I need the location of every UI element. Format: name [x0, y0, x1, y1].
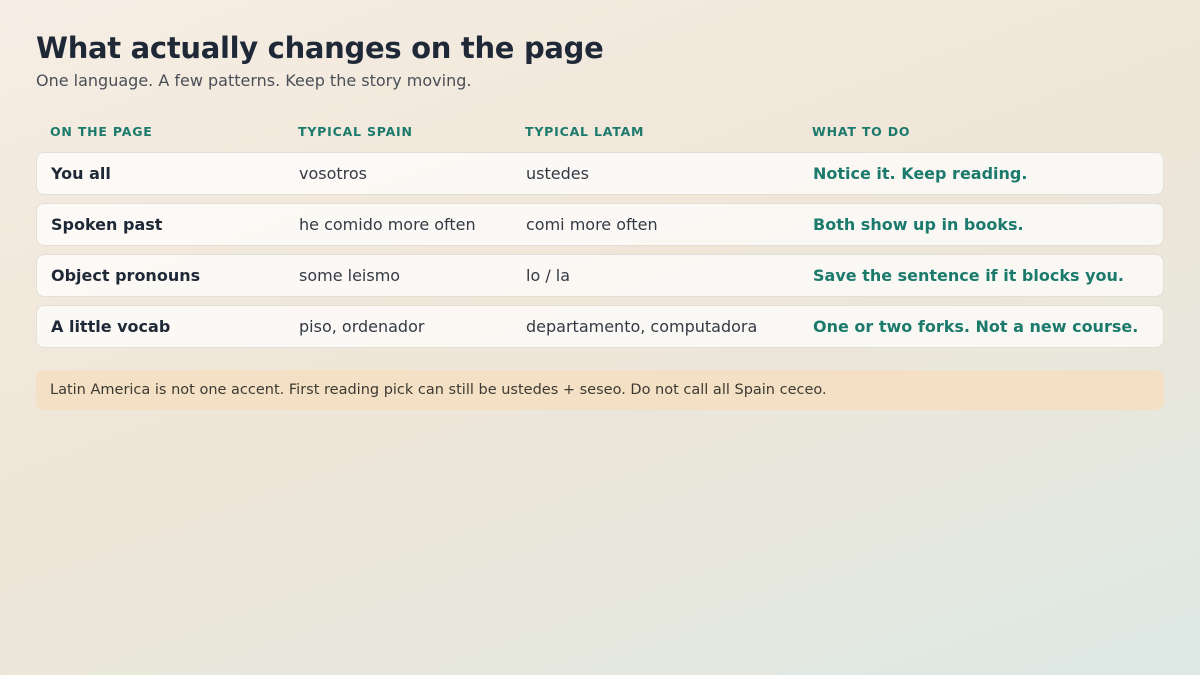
- spain-cell: he comido more often: [299, 215, 476, 234]
- table-row: Object pronouns some leismo lo / la Save…: [36, 254, 1164, 297]
- action-cell: Save the sentence if it blocks you.: [813, 266, 1124, 285]
- table-row: Spoken past he comido more often comi mo…: [36, 203, 1164, 246]
- column-header-on-the-page: ON THE PAGE: [50, 123, 153, 139]
- spain-cell: vosotros: [299, 164, 368, 183]
- spain-cell: some leismo: [299, 266, 401, 285]
- column-header-what-to-do: WHAT TO DO: [812, 123, 911, 139]
- page-title: What actually changes on the page: [36, 31, 604, 65]
- latam-cell: lo / la: [526, 266, 571, 285]
- row-label: You all: [51, 164, 111, 183]
- table-row: You all vosotros ustedes Notice it. Keep…: [36, 152, 1164, 195]
- comparison-table: ON THE PAGE TYPICAL SPAIN TYPICAL LATAM …: [36, 116, 1164, 348]
- note-text: Latin America is not one accent. First r…: [50, 382, 827, 398]
- latam-cell: ustedes: [526, 164, 589, 183]
- table-header: ON THE PAGE TYPICAL SPAIN TYPICAL LATAM …: [36, 116, 1164, 146]
- row-label: Object pronouns: [51, 266, 201, 285]
- table-row: A little vocab piso, ordenador departame…: [36, 305, 1164, 348]
- action-cell: One or two forks. Not a new course.: [813, 317, 1139, 336]
- row-label: Spoken past: [51, 215, 163, 234]
- page: What actually changes on the page One la…: [0, 0, 1200, 675]
- latam-cell: departamento, computadora: [526, 317, 758, 336]
- action-cell: Both show up in books.: [813, 215, 1024, 234]
- note-callout: Latin America is not one accent. First r…: [36, 370, 1164, 410]
- table-body: You all vosotros ustedes Notice it. Keep…: [36, 152, 1164, 348]
- row-label: A little vocab: [51, 317, 171, 336]
- column-header-typical-latam: TYPICAL LATAM: [525, 123, 645, 139]
- action-cell: Notice it. Keep reading.: [813, 164, 1028, 183]
- page-subtitle: One language. A few patterns. Keep the s…: [36, 71, 472, 90]
- spain-cell: piso, ordenador: [299, 317, 425, 336]
- column-header-typical-spain: TYPICAL SPAIN: [298, 123, 413, 139]
- latam-cell: comi more often: [526, 215, 658, 234]
